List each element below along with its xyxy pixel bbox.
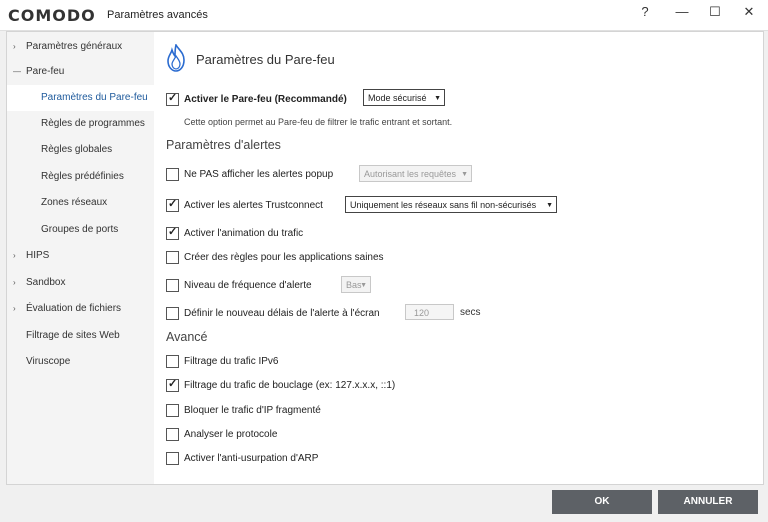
- sidebar-item-label: Règles prédéfinies: [41, 171, 124, 182]
- alert-frequency-label: Niveau de fréquence d'alerte: [184, 280, 312, 291]
- safe-app-rules-label: Créer des règles pour les applications s…: [184, 252, 384, 263]
- sidebar-item-label: Zones réseaux: [41, 197, 108, 208]
- alert-timeout-label: Définir le nouveau délais de l'alerte à …: [184, 308, 380, 319]
- sidebar-item-label: Groupes de ports: [41, 224, 119, 235]
- popup-default-select[interactable]: Autorisant les requêtes ▼: [359, 165, 472, 182]
- sidebar-item-label: Paramètres du Pare-feu: [41, 92, 148, 103]
- sidebar-item-label: Pare-feu: [26, 66, 65, 77]
- firewall-mode-select[interactable]: Mode sécurisé ▼: [363, 89, 445, 106]
- chevron-right-icon: ›: [13, 304, 16, 313]
- trustconnect-checkbox[interactable]: ✓: [166, 198, 179, 212]
- sidebar-item-label: Viruscope: [26, 356, 71, 367]
- sidebar-item-application-rules[interactable]: Règles de programmes: [7, 111, 154, 137]
- sidebar-item-predefined-rules[interactable]: Règles prédéfinies: [7, 164, 154, 190]
- check-icon: ✓: [168, 378, 178, 390]
- firewall-flame-icon: [167, 44, 185, 72]
- alert-frequency-checkbox[interactable]: [166, 279, 179, 292]
- safe-app-rules-checkbox[interactable]: [166, 251, 179, 264]
- sidebar-item-global-rules[interactable]: Règles globales: [7, 137, 154, 163]
- sidebar-item-label: Évaluation de fichiers: [26, 303, 122, 314]
- check-icon: ✓: [168, 198, 178, 210]
- no-popup-alerts-label: Ne PAS afficher les alertes popup: [184, 169, 334, 180]
- protocol-analysis-checkbox[interactable]: [166, 428, 179, 441]
- help-button[interactable]: ?: [628, 0, 662, 26]
- chevron-right-icon: ›: [13, 251, 16, 260]
- minimize-button[interactable]: —: [665, 0, 699, 26]
- sidebar-item-web-filtering[interactable]: Filtrage de sites Web: [7, 323, 154, 349]
- block-fragmented-checkbox[interactable]: [166, 404, 179, 417]
- arp-spoofing-checkbox[interactable]: [166, 452, 179, 465]
- chevron-right-icon: ›: [13, 278, 16, 287]
- chevron-right-icon: ›: [13, 42, 16, 51]
- chevron-down-icon: ▼: [546, 202, 553, 209]
- block-fragmented-label: Bloquer le trafic d'IP fragmenté: [184, 405, 321, 416]
- check-icon: ✓: [168, 226, 178, 238]
- arp-spoofing-label: Activer l'anti-usurpation d'ARP: [184, 453, 319, 464]
- alert-timeout-input[interactable]: 120: [405, 304, 454, 320]
- window-title: Paramètres avancés: [107, 9, 208, 21]
- sidebar-item-label: HIPS: [26, 250, 50, 261]
- traffic-animation-checkbox[interactable]: ✓: [166, 226, 179, 240]
- sidebar-item-label: Filtrage de sites Web: [26, 330, 120, 341]
- sidebar-item-firewall[interactable]: — Pare-feu: [7, 59, 154, 85]
- no-popup-alerts-checkbox[interactable]: [166, 168, 179, 181]
- alerts-section-title: Paramètres d'alertes: [166, 138, 281, 152]
- sidebar-item-viruscope[interactable]: Viruscope: [7, 349, 154, 375]
- sidebar-item-firewall-settings[interactable]: Paramètres du Pare-feu: [7, 85, 154, 111]
- sidebar-item-label: Paramètres généraux: [26, 41, 123, 52]
- sidebar-item-label: Règles de programmes: [41, 118, 145, 129]
- loopback-filter-label: Filtrage du trafic de bouclage (ex: 127.…: [184, 380, 396, 391]
- ok-button[interactable]: OK: [552, 490, 652, 514]
- cancel-button[interactable]: ANNULER: [658, 490, 758, 514]
- trustconnect-value: Uniquement les réseaux sans fil non-sécu…: [350, 200, 537, 210]
- loopback-filter-checkbox[interactable]: ✓: [166, 378, 179, 392]
- sidebar-item-label: Sandbox: [26, 277, 66, 288]
- alert-frequency-select[interactable]: Bas ▼: [341, 276, 371, 293]
- sidebar: › Paramètres généraux — Pare-feu Paramèt…: [7, 32, 154, 484]
- enable-firewall-label: Activer le Pare-feu (Recommandé): [184, 94, 347, 105]
- sidebar-item-network-zones[interactable]: Zones réseaux: [7, 190, 154, 216]
- maximize-button[interactable]: ☐: [698, 0, 732, 26]
- comodo-logo: COMODO: [8, 6, 96, 25]
- check-icon: ✓: [168, 92, 178, 104]
- settings-panel: › Paramètres généraux — Pare-feu Paramèt…: [6, 31, 764, 485]
- close-button[interactable]: ✕: [732, 0, 766, 26]
- alert-timeout-checkbox[interactable]: [166, 307, 179, 320]
- title-bar: COMODO Paramètres avancés ? — ☐ ✕: [0, 0, 768, 31]
- trustconnect-label: Activer les alertes Trustconnect: [184, 200, 323, 211]
- ipv6-filter-label: Filtrage du trafic IPv6: [184, 356, 279, 367]
- sidebar-item-port-groups[interactable]: Groupes de ports: [7, 217, 154, 243]
- traffic-animation-label: Activer l'animation du trafic: [184, 228, 304, 239]
- trustconnect-select[interactable]: Uniquement les réseaux sans fil non-sécu…: [345, 196, 557, 213]
- popup-default-value: Autorisant les requêtes: [364, 169, 457, 179]
- chevron-down-icon: ▼: [360, 282, 367, 289]
- sidebar-item-hips[interactable]: › HIPS: [7, 243, 154, 269]
- alert-timeout-unit: secs: [460, 307, 481, 318]
- sidebar-item-sandbox[interactable]: › Sandbox: [7, 270, 154, 296]
- chevron-down-icon: ▼: [434, 95, 441, 102]
- protocol-analysis-label: Analyser le protocole: [184, 429, 278, 440]
- ipv6-filter-checkbox[interactable]: [166, 355, 179, 368]
- sidebar-item-file-rating[interactable]: › Évaluation de fichiers: [7, 296, 154, 322]
- sidebar-item-label: Règles globales: [41, 144, 113, 155]
- page-title: Paramètres du Pare-feu: [196, 52, 335, 67]
- advanced-section-title: Avancé: [166, 330, 208, 344]
- sidebar-item-general[interactable]: › Paramètres généraux: [7, 34, 154, 60]
- collapse-icon: —: [13, 67, 21, 76]
- chevron-down-icon: ▼: [461, 171, 468, 178]
- firewall-mode-value: Mode sécurisé: [368, 93, 427, 103]
- content-pane: Paramètres du Pare-feu ✓ Activer le Pare…: [154, 32, 763, 484]
- enable-firewall-checkbox[interactable]: ✓: [166, 92, 179, 106]
- firewall-description: Cette option permet au Pare-feu de filtr…: [184, 117, 453, 127]
